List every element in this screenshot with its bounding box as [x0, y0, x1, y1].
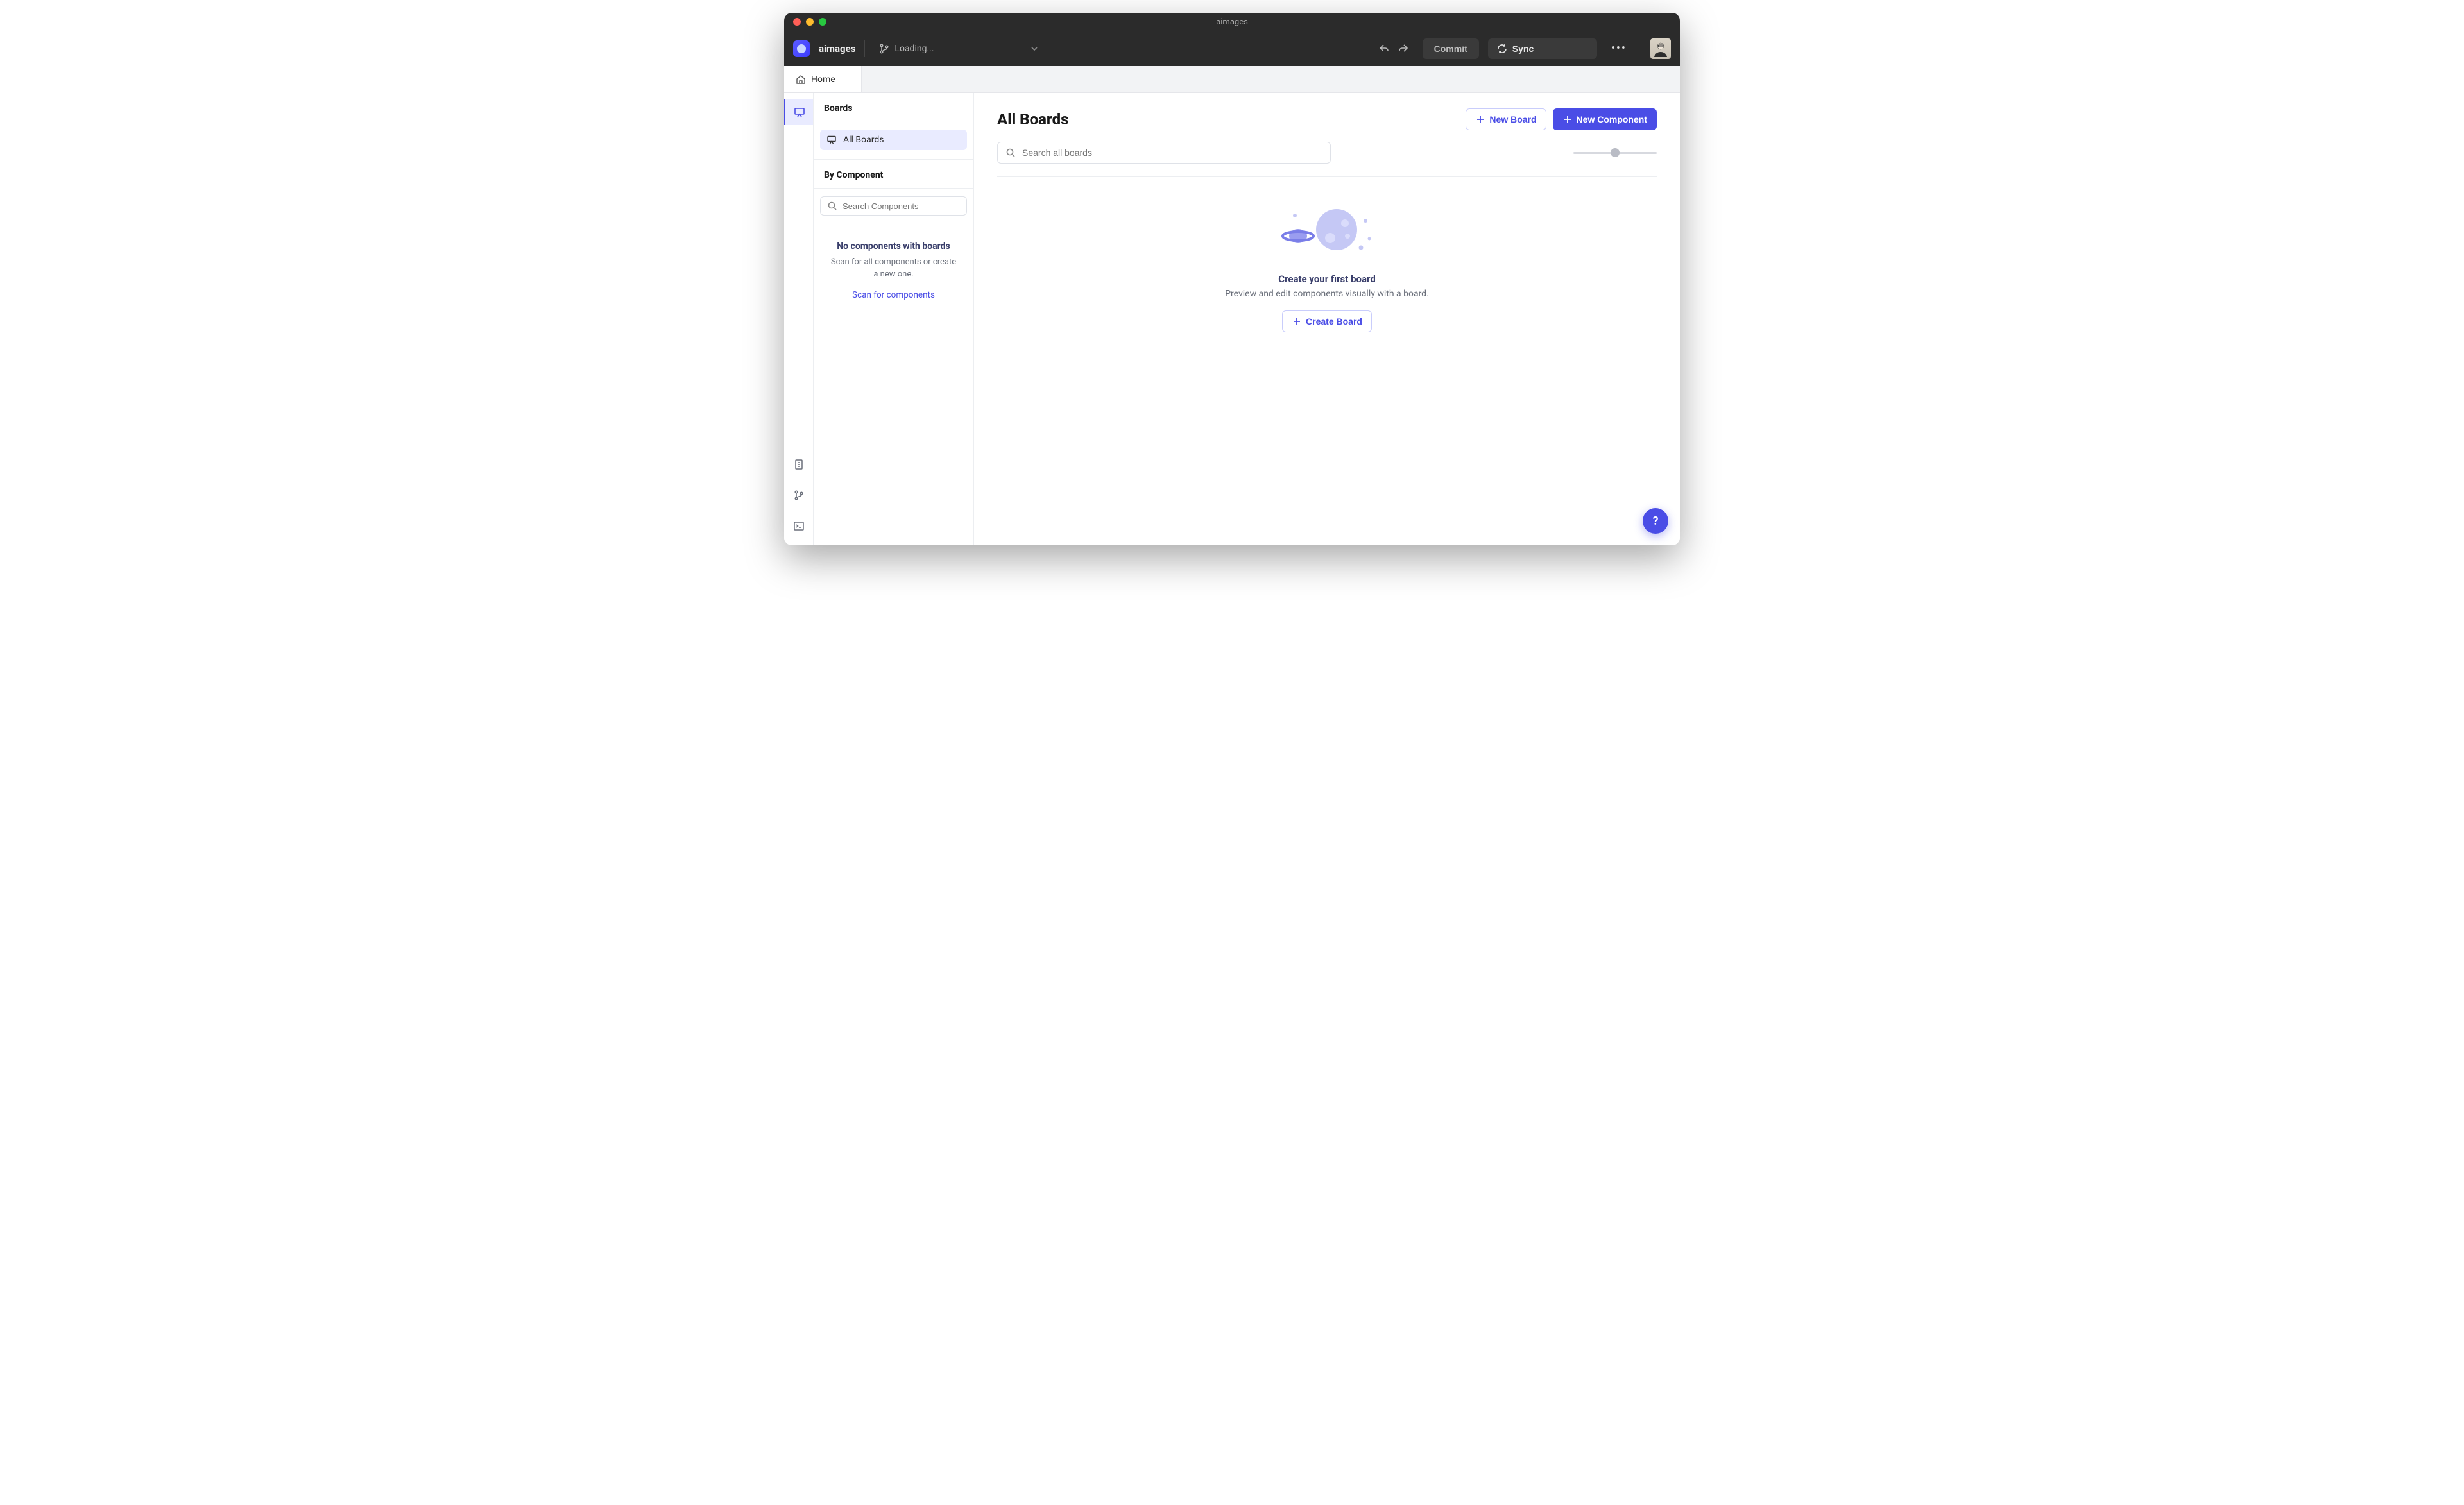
rail-boards[interactable] — [784, 99, 813, 125]
main-content: All Boards New Board New Component — [974, 93, 1680, 545]
help-button[interactable]: ? — [1643, 508, 1668, 534]
sync-label: Sync — [1512, 44, 1534, 54]
app-toolbar: aimages Loading... Commit — [784, 31, 1680, 66]
empty-state: Create your first board Preview and edit… — [997, 196, 1657, 332]
sidebar-empty-state: No components with boards Scan for all c… — [814, 216, 973, 307]
tab-home[interactable]: Home — [784, 66, 862, 92]
user-avatar[interactable] — [1650, 38, 1671, 59]
rail-docs[interactable] — [785, 452, 813, 477]
search-boards[interactable] — [997, 142, 1331, 164]
zoom-thumb[interactable] — [1611, 148, 1620, 157]
presentation-icon — [826, 135, 837, 145]
new-component-label: New Component — [1577, 114, 1647, 124]
all-boards-label: All Boards — [843, 135, 884, 145]
planets-illustration-icon — [1276, 203, 1378, 260]
tab-home-label: Home — [811, 74, 835, 85]
new-board-button[interactable]: New Board — [1466, 108, 1546, 130]
search-icon — [827, 201, 837, 211]
sidebar-search[interactable] — [820, 196, 967, 216]
branch-status: Loading... — [894, 44, 934, 54]
presentation-icon — [794, 106, 805, 118]
rail-terminal[interactable] — [785, 513, 813, 539]
scan-components-link[interactable]: Scan for components — [852, 290, 935, 300]
search-icon — [1005, 148, 1016, 158]
sidebar-by-component-label: By Component — [814, 160, 973, 189]
sidebar: Boards All Boards By Component No compon… — [814, 93, 974, 545]
window-title: aimages — [784, 17, 1680, 27]
create-board-button[interactable]: Create Board — [1282, 310, 1372, 332]
tabs-row: Home — [784, 66, 1680, 93]
search-boards-input[interactable] — [1022, 148, 1322, 158]
sidebar-empty-body: Scan for all components or create a new … — [828, 257, 959, 281]
zoom-slider[interactable] — [1573, 151, 1657, 154]
divider — [997, 176, 1657, 177]
window-zoom-button[interactable] — [819, 18, 826, 26]
sync-button[interactable]: Sync — [1488, 38, 1597, 59]
terminal-icon — [793, 520, 805, 532]
window-titlebar: aimages — [784, 13, 1680, 31]
page-title: All Boards — [997, 110, 1068, 128]
sidebar-header: Boards — [814, 93, 973, 123]
plus-icon — [1562, 114, 1573, 124]
commit-label: Commit — [1434, 44, 1467, 54]
empty-subtitle: Preview and edit components visually wit… — [1225, 289, 1429, 299]
document-icon — [793, 459, 805, 470]
plus-icon — [1292, 316, 1302, 327]
app-name: aimages — [819, 43, 855, 55]
git-branch-icon — [793, 489, 805, 501]
more-menu-button[interactable]: ••• — [1606, 42, 1632, 55]
help-label: ? — [1653, 514, 1659, 528]
toolbar-divider — [864, 40, 865, 57]
chevron-down-icon — [1029, 44, 1040, 54]
plus-icon — [1475, 114, 1485, 124]
app-logo-icon — [793, 40, 810, 57]
icon-rail — [784, 93, 814, 545]
empty-title: Create your first board — [1278, 273, 1376, 285]
branch-selector[interactable]: Loading... — [874, 40, 1044, 58]
rail-git[interactable] — [785, 482, 813, 508]
sidebar-item-all-boards[interactable]: All Boards — [820, 130, 967, 150]
new-component-button[interactable]: New Component — [1553, 108, 1657, 130]
new-board-label: New Board — [1489, 114, 1536, 124]
git-branch-icon — [879, 44, 889, 54]
window-minimize-button[interactable] — [806, 18, 814, 26]
undo-icon[interactable] — [1378, 42, 1390, 55]
sidebar-search-input[interactable] — [843, 201, 960, 211]
sync-icon — [1497, 44, 1507, 54]
commit-button[interactable]: Commit — [1423, 38, 1479, 59]
window-close-button[interactable] — [793, 18, 801, 26]
create-board-label: Create Board — [1306, 316, 1362, 327]
redo-icon[interactable] — [1397, 42, 1410, 55]
home-icon — [796, 74, 806, 85]
sidebar-empty-title: No components with boards — [828, 241, 959, 251]
